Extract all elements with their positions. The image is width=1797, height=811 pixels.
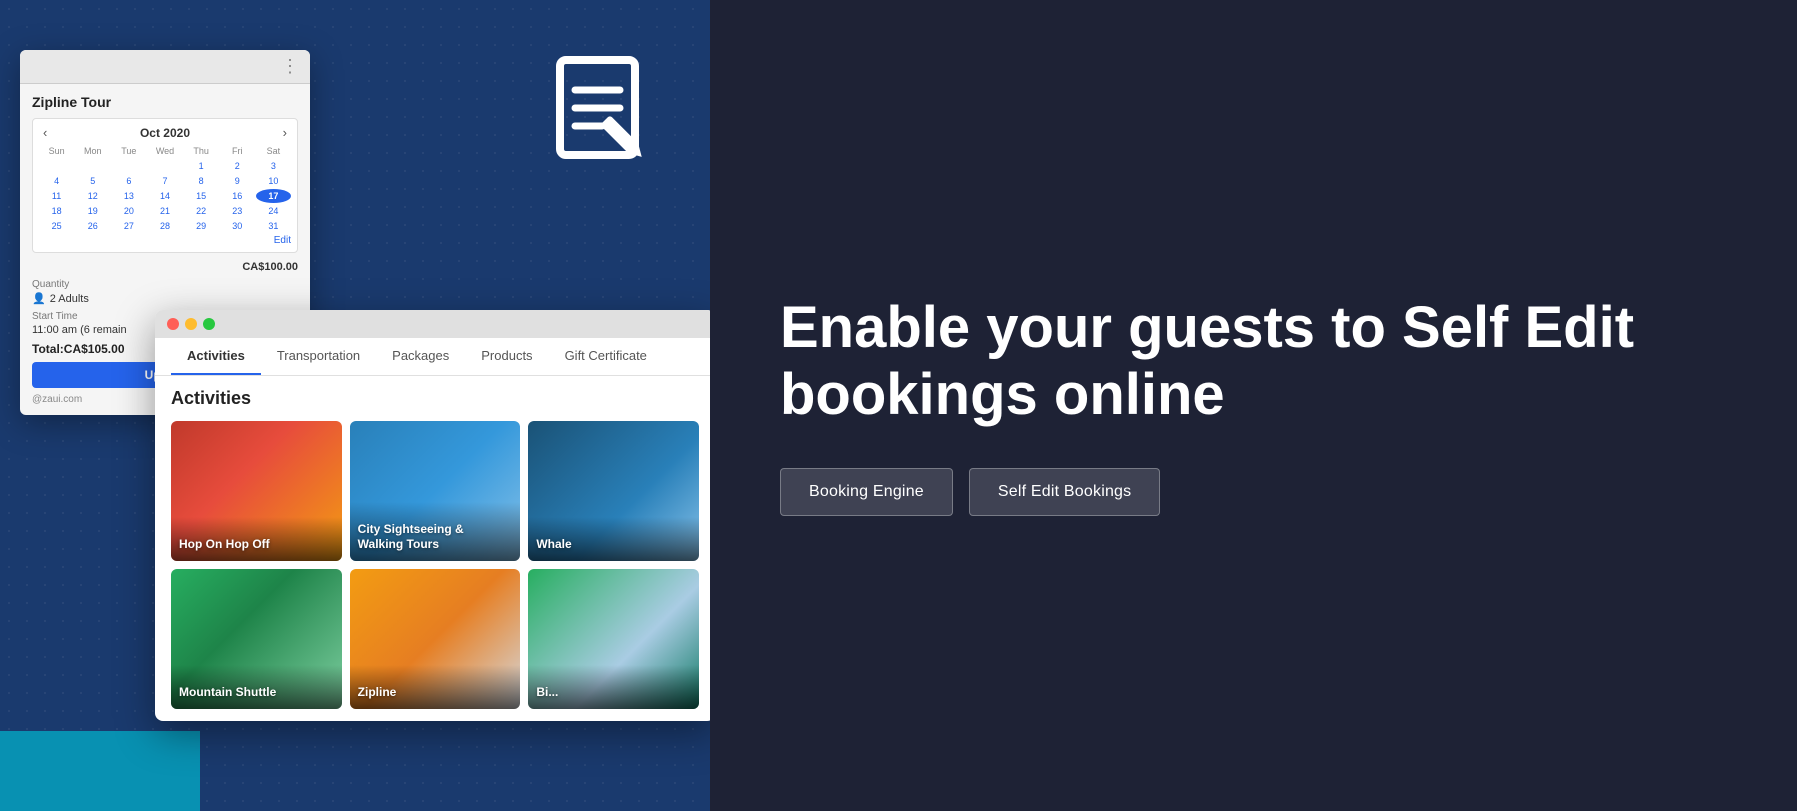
quantity-value: 👤 2 Adults [32, 292, 298, 305]
cal-day-26[interactable]: 26 [75, 219, 110, 233]
maximize-icon[interactable] [203, 318, 215, 330]
popup-content: Activities Hop On Hop Off City Sightseei… [155, 376, 710, 721]
activity-name-bike: Bi... [536, 685, 691, 701]
cal-day-9[interactable]: 9 [220, 174, 255, 188]
activity-card-city[interactable]: City Sightseeing & Walking Tours [350, 421, 521, 561]
cal-day-2[interactable]: 2 [220, 159, 255, 173]
cal-day-16[interactable]: 16 [220, 189, 255, 203]
cal-day-12[interactable]: 12 [75, 189, 110, 203]
activity-grid: Hop On Hop Off City Sightseeing & Walkin… [171, 421, 699, 709]
cal-day-10[interactable]: 10 [256, 174, 291, 188]
total-value: CA$105.00 [64, 342, 125, 356]
popup-tabs: Activities Transportation Packages Produ… [155, 338, 710, 376]
cal-day-17-selected[interactable]: 17 [256, 189, 291, 203]
left-panel: ⋮ Zipline Tour ‹ Oct 2020 › Sun Mon Tue … [0, 0, 710, 811]
cal-day-25[interactable]: 25 [39, 219, 74, 233]
cal-day-22[interactable]: 22 [184, 204, 219, 218]
activity-card-hop[interactable]: Hop On Hop Off [171, 421, 342, 561]
cal-day-wed: Wed [147, 144, 182, 158]
cal-empty [111, 159, 146, 173]
minimize-icon[interactable] [185, 318, 197, 330]
cal-empty [39, 159, 74, 173]
document-edit-icon [540, 50, 670, 180]
hero-title: Enable your guests to Self Edit bookings… [780, 295, 1727, 428]
cal-day-28[interactable]: 28 [147, 219, 182, 233]
cal-empty [75, 159, 110, 173]
hero-buttons: Booking Engine Self Edit Bookings [780, 468, 1727, 516]
cal-day-6[interactable]: 6 [111, 174, 146, 188]
activity-name-whale: Whale [536, 537, 691, 553]
popup-section-title: Activities [171, 388, 699, 409]
cal-day-30[interactable]: 30 [220, 219, 255, 233]
activity-card-zipline[interactable]: Zipline [350, 569, 521, 709]
right-panel: Enable your guests to Self Edit bookings… [710, 0, 1797, 811]
calendar[interactable]: ‹ Oct 2020 › Sun Mon Tue Wed Thu Fri Sat [32, 118, 298, 253]
cal-day-4[interactable]: 4 [39, 174, 74, 188]
quantity-text: 2 Adults [50, 293, 89, 305]
cal-day-sat: Sat [256, 144, 291, 158]
cal-day-fri: Fri [220, 144, 255, 158]
cal-day-31[interactable]: 31 [256, 219, 291, 233]
tab-transportation[interactable]: Transportation [261, 338, 376, 375]
cal-next-button[interactable]: › [279, 125, 291, 140]
cal-day-mon: Mon [75, 144, 110, 158]
tab-packages[interactable]: Packages [376, 338, 465, 375]
activity-card-mountain[interactable]: Mountain Shuttle [171, 569, 342, 709]
person-icon: 👤 [32, 292, 46, 305]
cal-day-24[interactable]: 24 [256, 204, 291, 218]
cal-month: Oct 2020 [140, 126, 190, 140]
tab-gift-certificate[interactable]: Gift Certificate [549, 338, 663, 375]
cal-day-27[interactable]: 27 [111, 219, 146, 233]
widget-menu-dots: ⋮ [281, 56, 300, 77]
cal-day-15[interactable]: 15 [184, 189, 219, 203]
teal-strip [0, 731, 200, 811]
cal-day-14[interactable]: 14 [147, 189, 182, 203]
activity-name-hop: Hop On Hop Off [179, 537, 334, 553]
cal-day-3[interactable]: 3 [256, 159, 291, 173]
popup-titlebar [155, 310, 710, 338]
total-label: Total: [32, 342, 64, 356]
quantity-field: Quantity 👤 2 Adults [32, 279, 298, 305]
cal-prev-button[interactable]: ‹ [39, 125, 51, 140]
cal-day-23[interactable]: 23 [220, 204, 255, 218]
cal-day-thu: Thu [184, 144, 219, 158]
widget-titlebar: ⋮ [20, 50, 310, 84]
cal-day-21[interactable]: 21 [147, 204, 182, 218]
cal-day-1[interactable]: 1 [184, 159, 219, 173]
booking-engine-button[interactable]: Booking Engine [780, 468, 953, 516]
cal-day-sun: Sun [39, 144, 74, 158]
cal-empty [147, 159, 182, 173]
cal-day-5[interactable]: 5 [75, 174, 110, 188]
close-icon[interactable] [167, 318, 179, 330]
cal-day-19[interactable]: 19 [75, 204, 110, 218]
cal-grid: Sun Mon Tue Wed Thu Fri Sat 1 2 3 4 5 [39, 144, 291, 233]
tab-products[interactable]: Products [465, 338, 548, 375]
activity-name-city: City Sightseeing & Walking Tours [358, 522, 513, 553]
cal-price: CA$100.00 [32, 261, 298, 273]
quantity-label: Quantity [32, 279, 298, 290]
tab-activities[interactable]: Activities [171, 338, 261, 375]
cal-day-29[interactable]: 29 [184, 219, 219, 233]
cal-day-11[interactable]: 11 [39, 189, 74, 203]
cal-day-tue: Tue [111, 144, 146, 158]
activity-name-mountain: Mountain Shuttle [179, 685, 334, 701]
cal-day-20[interactable]: 20 [111, 204, 146, 218]
activity-name-zipline: Zipline [358, 685, 513, 701]
activity-card-bike[interactable]: Bi... [528, 569, 699, 709]
cal-day-18[interactable]: 18 [39, 204, 74, 218]
cal-day-13[interactable]: 13 [111, 189, 146, 203]
self-edit-bookings-button[interactable]: Self Edit Bookings [969, 468, 1160, 516]
cal-day-8[interactable]: 8 [184, 174, 219, 188]
cal-edit-link[interactable]: Edit [39, 235, 291, 246]
booking-engine-popup: Activities Transportation Packages Produ… [155, 310, 710, 721]
activity-card-whale[interactable]: Whale [528, 421, 699, 561]
tour-title: Zipline Tour [32, 94, 298, 110]
cal-day-7[interactable]: 7 [147, 174, 182, 188]
